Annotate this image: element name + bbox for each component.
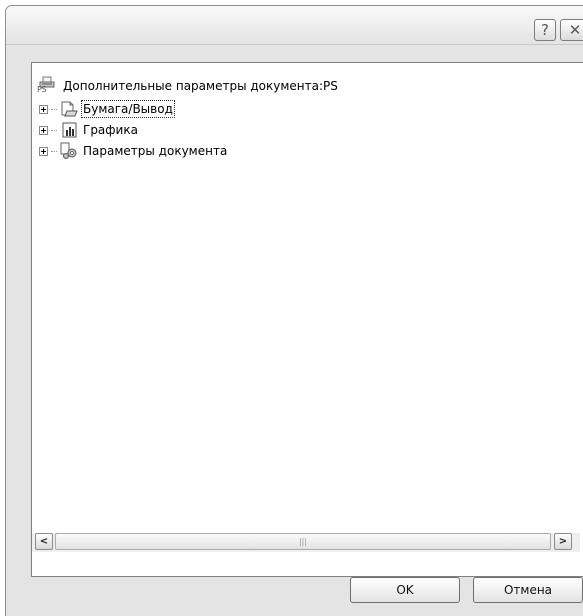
ps-badge: PS xyxy=(37,85,47,94)
expand-icon[interactable] xyxy=(39,146,48,156)
screen: ? ✕ PS Дополнительные параметры документ… xyxy=(0,0,583,616)
tree-connector xyxy=(51,129,57,131)
expand-icon[interactable] xyxy=(39,104,48,114)
graphics-chart-icon xyxy=(59,121,79,139)
tree-root[interactable]: PS Дополнительные параметры документа:PS xyxy=(37,76,338,96)
tree-item-document-options[interactable]: Параметры документа xyxy=(39,142,228,160)
dialog-titlebar: ? ✕ xyxy=(6,6,583,45)
horizontal-scrollbar[interactable]: < ||| > xyxy=(32,533,580,552)
scroll-right-button[interactable]: > xyxy=(554,533,572,550)
advanced-options-dialog: ? ✕ PS Дополнительные параметры документ… xyxy=(5,5,583,616)
cancel-button[interactable]: Отмена xyxy=(473,577,583,603)
scrollbar-thumb[interactable]: ||| xyxy=(55,533,551,550)
tree-root-label: Дополнительные параметры документа:PS xyxy=(63,79,338,93)
tree-item-label: Бумага/Вывод xyxy=(81,100,175,118)
tree-item-label: Параметры документа xyxy=(83,144,228,158)
tree-connector xyxy=(51,108,57,110)
tree-item-graphics[interactable]: Графика xyxy=(39,121,139,139)
tree-connector xyxy=(51,150,57,152)
close-button[interactable]: ✕ xyxy=(560,19,583,41)
printer-document-icon: PS xyxy=(37,76,59,96)
options-tree[interactable]: PS Дополнительные параметры документа:PS… xyxy=(31,62,583,577)
tree-item-label: Графика xyxy=(83,123,138,137)
paper-output-icon xyxy=(59,100,79,118)
expand-icon[interactable] xyxy=(39,125,48,135)
document-settings-gears-icon xyxy=(59,142,79,160)
scroll-left-button[interactable]: < xyxy=(35,533,53,550)
ok-button[interactable]: OK xyxy=(350,577,460,603)
help-button[interactable]: ? xyxy=(534,19,556,41)
tree-item-paper-output[interactable]: Бумага/Вывод xyxy=(39,100,175,118)
